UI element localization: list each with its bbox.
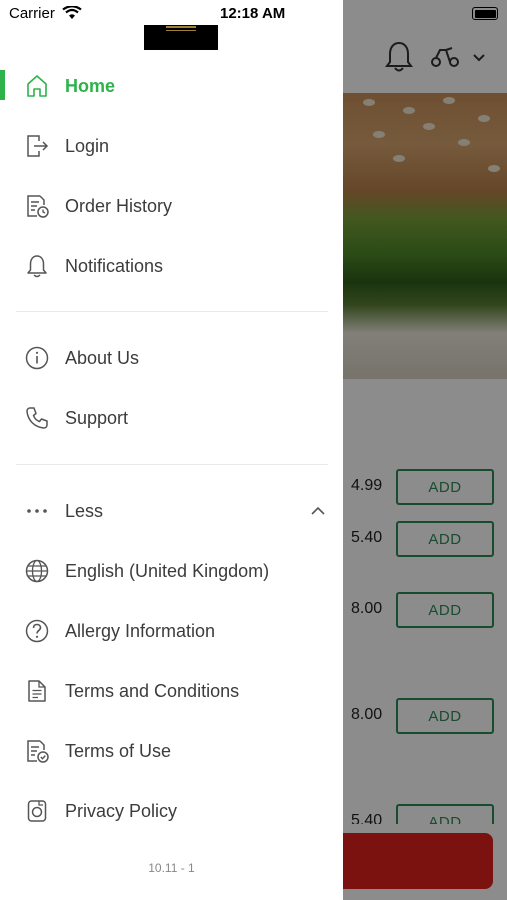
more-dots-icon: [24, 498, 50, 524]
login-icon: [24, 133, 50, 159]
app-version: 10.11 - 1: [148, 861, 195, 875]
globe-icon: [24, 558, 50, 584]
menu-item-label: Order History: [65, 195, 173, 216]
menu-item-order-history[interactable]: Order History: [0, 180, 343, 232]
bell-icon: [24, 253, 50, 279]
wifi-icon: [62, 6, 82, 20]
brand-logo: [144, 25, 218, 50]
menu-item-allergy-information[interactable]: Allergy Information: [0, 605, 343, 657]
menu-item-label: Support: [65, 407, 129, 428]
menu-divider: [16, 311, 328, 312]
carrier-label: Carrier: [9, 5, 55, 22]
privacy-icon: [24, 798, 50, 824]
menu-item-terms-and-conditions[interactable]: Terms and Conditions: [0, 665, 343, 717]
menu-item-login[interactable]: Login: [0, 120, 343, 172]
menu-item-privacy-policy[interactable]: Privacy Policy: [0, 785, 343, 837]
navigation-drawer: Home Login Order History Notifications A…: [0, 0, 343, 900]
menu-item-home[interactable]: Home: [0, 60, 343, 112]
menu-item-support[interactable]: Support: [0, 392, 343, 444]
document-check-icon: [24, 738, 50, 764]
menu-toggle-less[interactable]: Less: [0, 485, 343, 537]
chevron-up-icon: [310, 506, 326, 516]
info-icon: [24, 345, 50, 371]
battery-icon: [472, 7, 498, 20]
menu-item-label: English (United Kingdom): [65, 560, 270, 581]
menu-item-about-us[interactable]: About Us: [0, 332, 343, 384]
question-icon: [24, 618, 50, 644]
menu-item-label: Notifications: [65, 255, 164, 276]
status-bar: Carrier 12:18 AM: [0, 0, 507, 28]
menu-item-label: Privacy Policy: [65, 800, 178, 821]
menu-item-label: About Us: [65, 347, 140, 368]
menu-divider: [16, 464, 328, 465]
menu-item-label: Less: [65, 500, 104, 521]
menu-item-terms-of-use[interactable]: Terms of Use: [0, 725, 343, 777]
clock-time: 12:18 AM: [220, 5, 286, 22]
menu-item-notifications[interactable]: Notifications: [0, 240, 343, 292]
menu-item-label: Home: [65, 75, 116, 96]
menu-item-label: Terms and Conditions: [65, 680, 240, 701]
menu-item-label: Terms of Use: [65, 740, 172, 761]
document-icon: [24, 678, 50, 704]
menu-item-label: Allergy Information: [65, 620, 216, 641]
order-history-icon: [24, 193, 50, 219]
phone-icon: [24, 405, 50, 431]
home-icon: [24, 73, 50, 99]
menu-item-label: Login: [65, 135, 110, 156]
menu-item-language[interactable]: English (United Kingdom): [0, 545, 343, 597]
